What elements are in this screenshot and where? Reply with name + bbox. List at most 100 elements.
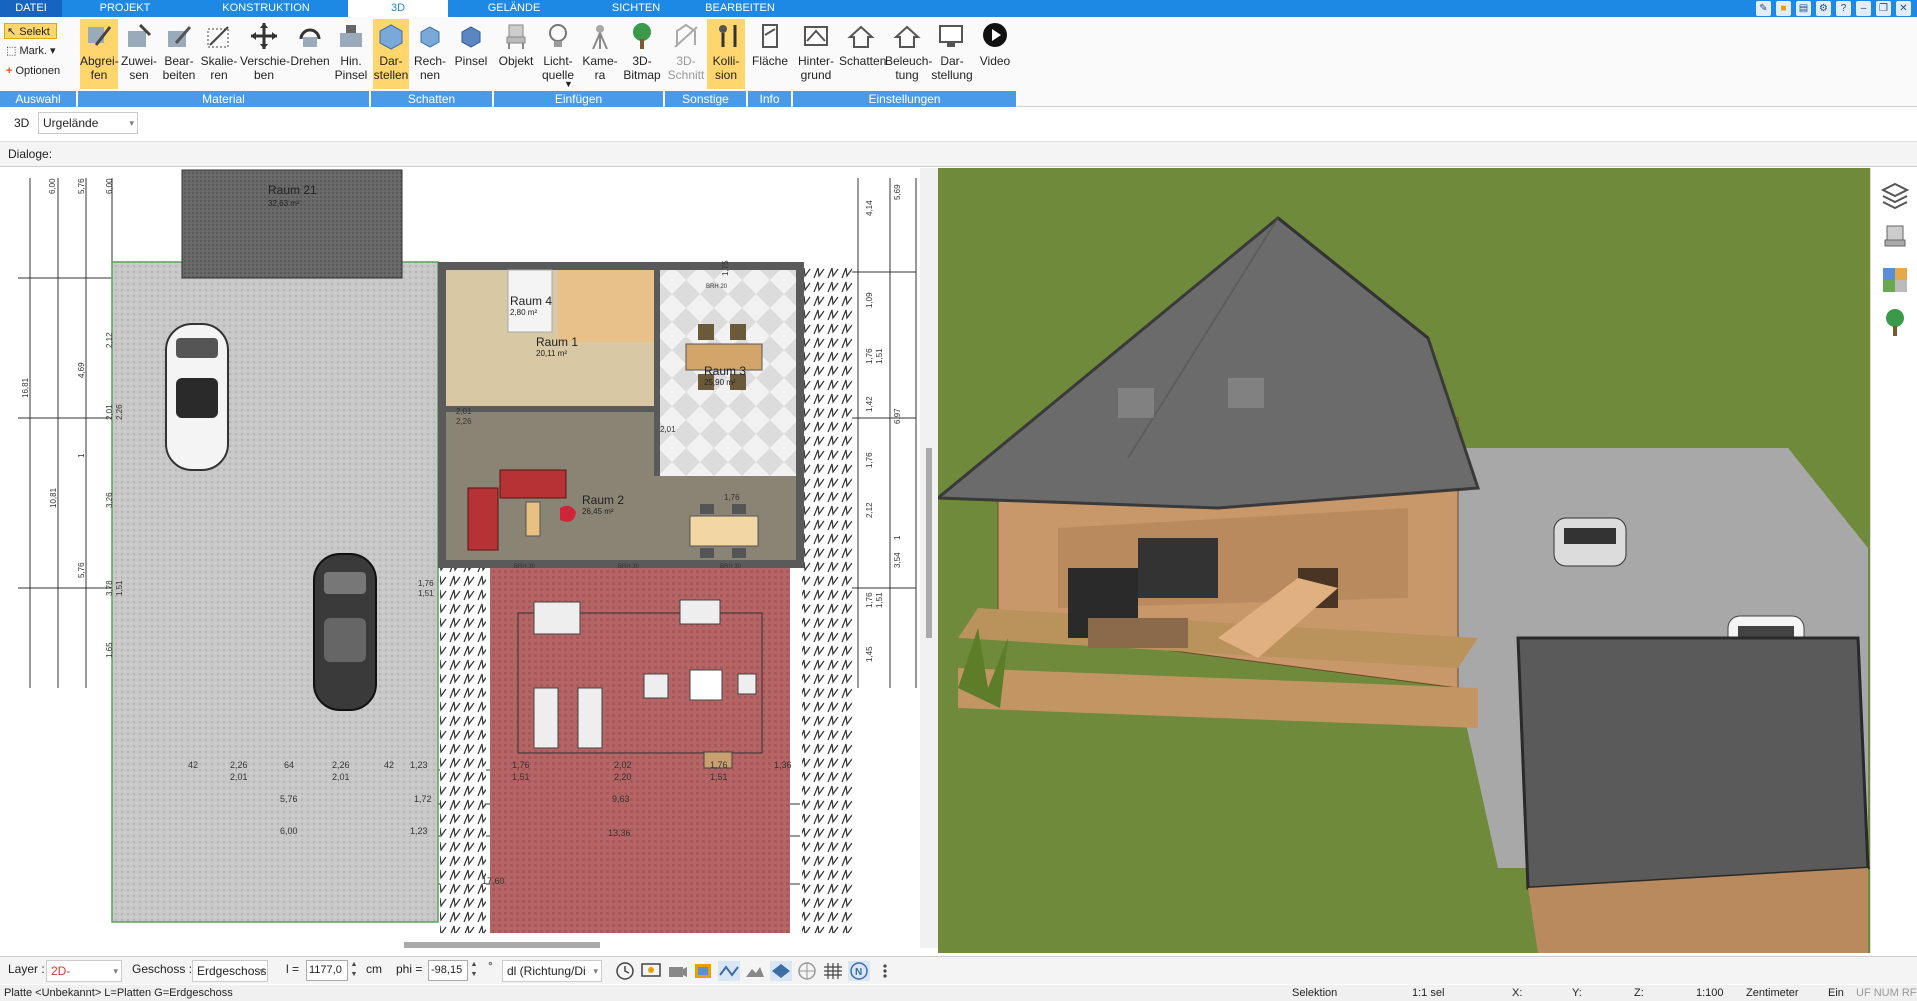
move-material-button[interactable]: Verschie- ben bbox=[240, 19, 290, 89]
house-shadow-icon bbox=[847, 25, 875, 48]
options-button[interactable]: + Optionen bbox=[4, 63, 60, 79]
lighting-button[interactable]: Beleuch- tung bbox=[885, 19, 932, 89]
rotate-material-button[interactable]: Drehen bbox=[290, 19, 330, 89]
svg-text:64: 64 bbox=[284, 760, 294, 770]
direction-select[interactable]: dl (Richtung/Di ▾ bbox=[502, 960, 602, 982]
clock-icon[interactable] bbox=[614, 961, 636, 981]
floor-plan-view[interactable]: Raum 21 32,63 m² Raum 4 2,80 m² Raum 1 2… bbox=[0, 168, 930, 948]
minimize-icon[interactable]: – bbox=[1856, 1, 1871, 16]
stairs[interactable] bbox=[558, 270, 654, 342]
svg-text:5,76: 5,76 bbox=[77, 562, 86, 578]
terrain-icon[interactable] bbox=[744, 961, 766, 981]
more-icon[interactable] bbox=[874, 961, 896, 981]
assign-material-button[interactable]: Zuwei- sen bbox=[120, 19, 158, 89]
section-3d-button[interactable]: 3D- Schnitt bbox=[667, 19, 705, 89]
close-icon[interactable]: ✕ bbox=[1896, 1, 1911, 16]
tab-datei[interactable]: DATEI bbox=[0, 0, 62, 17]
layers-icon[interactable] bbox=[1879, 180, 1911, 212]
armchair[interactable] bbox=[467, 487, 499, 551]
garage-3d[interactable] bbox=[1516, 636, 1870, 953]
display-settings-button[interactable]: Dar- stellung bbox=[931, 19, 973, 89]
collision-button[interactable]: Kolli- sion bbox=[707, 19, 745, 89]
terrain-select[interactable]: Urgelände ▾ bbox=[38, 112, 138, 134]
tab-projekt[interactable]: PROJEKT bbox=[92, 0, 158, 17]
layer-diamond-icon[interactable] bbox=[770, 961, 792, 981]
camera-view-icon[interactable] bbox=[666, 961, 688, 981]
plants-icon[interactable] bbox=[1879, 306, 1911, 338]
3d-scene[interactable] bbox=[938, 168, 1870, 953]
svg-text:13,36: 13,36 bbox=[608, 828, 631, 838]
sofa[interactable] bbox=[499, 469, 567, 499]
floor-select[interactable]: Erdgeschoss ▾ bbox=[192, 960, 268, 982]
car-top-view[interactable] bbox=[165, 323, 229, 471]
layer-select[interactable]: 2D-Elemente ▾ bbox=[46, 960, 122, 998]
phi-stepper[interactable]: ▲ ▼ bbox=[468, 960, 480, 981]
patio-table[interactable] bbox=[689, 515, 759, 547]
tab-gelaende[interactable]: GELÄNDE bbox=[476, 0, 552, 17]
length-stepper[interactable]: ▲ ▼ bbox=[348, 960, 360, 981]
room-area: 2,80 m² bbox=[510, 308, 537, 317]
insert-object-button[interactable]: Objekt bbox=[496, 19, 536, 89]
monitor-icon bbox=[939, 25, 963, 47]
dialogs-label: Dialoge: bbox=[8, 147, 53, 161]
furniture-icon[interactable] bbox=[1879, 222, 1911, 254]
svg-text:1,72: 1,72 bbox=[414, 794, 432, 804]
bottom-toolbar: Layer : 2D-Elemente ▾ Geschoss : Erdgesc… bbox=[0, 956, 1917, 998]
grid-icon[interactable] bbox=[822, 961, 844, 981]
svg-text:1,65: 1,65 bbox=[105, 642, 114, 658]
edit-material-button[interactable]: Bear- beiten bbox=[160, 19, 198, 89]
brush-button[interactable]: Hin. Pinsel bbox=[332, 19, 370, 89]
mark-button[interactable]: ⬚ Mark. ▾ bbox=[4, 43, 56, 59]
car-3d[interactable] bbox=[1553, 517, 1627, 567]
tab-bearbeiten[interactable]: BEARBEITEN bbox=[700, 0, 780, 17]
svg-text:2,20: 2,20 bbox=[614, 772, 632, 782]
svg-text:BRH 20: BRH 20 bbox=[706, 284, 728, 290]
shadow-settings-button[interactable]: Schatten bbox=[839, 19, 886, 89]
north-icon[interactable]: N bbox=[848, 961, 870, 981]
chevron-down-icon: ▾ bbox=[593, 966, 598, 976]
restore-icon[interactable]: ❐ bbox=[1876, 1, 1891, 16]
camera-button[interactable]: Kame- ra bbox=[580, 19, 620, 89]
svg-text:5,69: 5,69 bbox=[893, 184, 902, 200]
tab-konstruktion[interactable]: KONSTRUKTION bbox=[210, 0, 322, 17]
phi-input[interactable]: -98,15 bbox=[428, 960, 468, 981]
globe-icon[interactable] bbox=[796, 961, 818, 981]
render-icon[interactable] bbox=[692, 961, 714, 981]
svg-text:6,00: 6,00 bbox=[48, 178, 57, 194]
pick-material-button[interactable]: Abgrei- fen bbox=[80, 19, 119, 89]
tab-3d[interactable]: 3D bbox=[348, 0, 448, 17]
bitmap-3d-button[interactable]: 3D- Bitmap bbox=[622, 19, 662, 89]
ribbon: ↖ Selekt ⬚ Mark. ▾ + Optionen Auswahl Ab… bbox=[0, 17, 1917, 107]
area-button[interactable]: Fläche bbox=[750, 19, 790, 89]
driveway[interactable] bbox=[111, 261, 439, 923]
tools-icon[interactable]: ✎ bbox=[1756, 1, 1771, 16]
light-source-button[interactable]: Licht- quelle ▼ bbox=[538, 19, 578, 89]
settings-icon[interactable]: ⚙ bbox=[1816, 1, 1831, 16]
view-splitter[interactable] bbox=[920, 168, 938, 948]
background-icon bbox=[804, 26, 828, 46]
video-button[interactable]: Video bbox=[975, 19, 1015, 89]
3d-view[interactable] bbox=[938, 168, 1870, 953]
show-shadow-button[interactable]: Dar- stellen bbox=[373, 19, 409, 89]
floor-plan-drawing[interactable]: Raum 21 32,63 m² Raum 4 2,80 m² Raum 1 2… bbox=[0, 168, 930, 948]
shadow-brush-button[interactable]: Pinsel bbox=[451, 19, 491, 89]
svg-text:2,12: 2,12 bbox=[865, 502, 874, 518]
select-button[interactable]: ↖ Selekt bbox=[4, 23, 57, 39]
length-input[interactable]: 1177,0 bbox=[306, 960, 348, 981]
phi-label: phi = bbox=[396, 962, 423, 976]
tab-sichten[interactable]: SICHTEN bbox=[606, 0, 666, 17]
car-top-view-2[interactable] bbox=[313, 553, 377, 711]
horizontal-scrollbar[interactable] bbox=[404, 942, 600, 948]
scale-material-button[interactable]: Skalie- ren bbox=[200, 19, 238, 89]
vertical-scrollbar[interactable] bbox=[926, 448, 932, 638]
orange-icon[interactable]: ■ bbox=[1776, 1, 1791, 16]
wave-icon[interactable] bbox=[718, 961, 740, 981]
screen-icon[interactable] bbox=[640, 961, 662, 981]
calculate-shadow-button[interactable]: Rech- nen bbox=[411, 19, 449, 89]
help-icon[interactable]: ? bbox=[1836, 1, 1851, 16]
status-x: X: bbox=[1512, 987, 1523, 999]
folder-icon[interactable]: ▤ bbox=[1796, 1, 1811, 16]
materials-icon[interactable] bbox=[1879, 264, 1911, 296]
background-button[interactable]: Hinter- grund bbox=[795, 19, 837, 89]
view-bar: 3D Urgelände ▾ bbox=[0, 108, 1917, 140]
